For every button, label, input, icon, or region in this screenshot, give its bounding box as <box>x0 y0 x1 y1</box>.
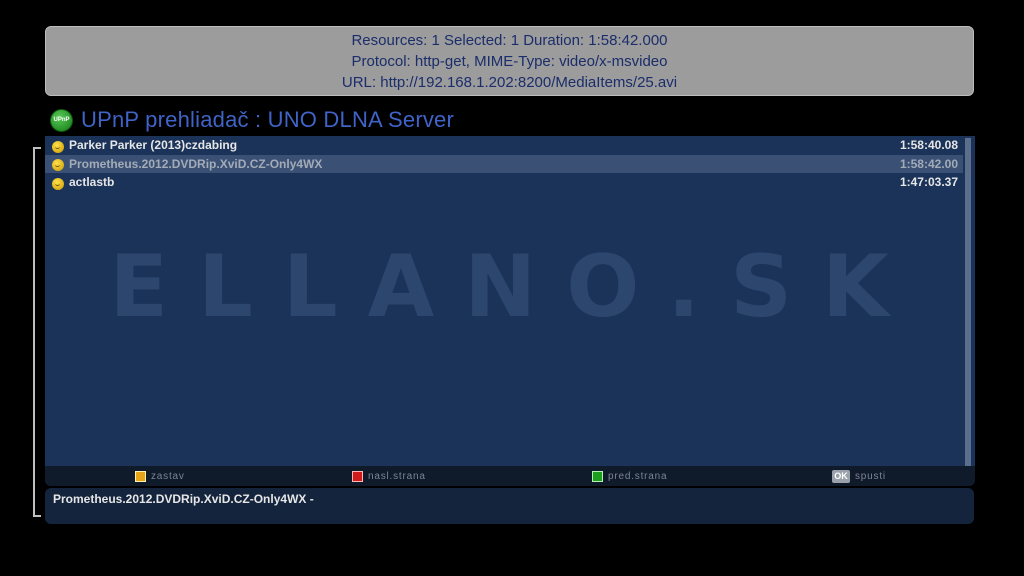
upnp-logo-icon: UPnP <box>50 108 73 132</box>
video-file-icon <box>52 177 64 190</box>
list-item[interactable]: Parker Parker (2013)czdabing 1:58:40.08 <box>45 136 963 155</box>
ok-button-icon: OK <box>832 469 850 483</box>
ellano-watermark: ELLANO.SK <box>109 243 918 333</box>
red-button-icon <box>352 470 363 482</box>
green-key-hint[interactable]: pred.strana <box>592 470 668 482</box>
green-key-label: pred.strana <box>608 470 668 482</box>
info-resources-line: Resources: 1 Selected: 1 Duration: 1:58:… <box>351 32 668 49</box>
file-list-panel: ELLANO.SK Parker Parker (2013)czdabing 1… <box>45 136 975 486</box>
item-name: actlastb <box>69 175 115 190</box>
color-key-bar: zastav nasl.strana pred.strana OK spusti <box>45 466 975 486</box>
browser-header: UPnP UPnP prehliadač : UNO DLNA Server <box>50 106 454 134</box>
item-duration: 1:47:03.37 <box>899 175 958 190</box>
media-info-box: Resources: 1 Selected: 1 Duration: 1:58:… <box>45 26 974 96</box>
detail-box: Prometheus.2012.DVDRip.XviD.CZ-Only4WX - <box>45 488 974 524</box>
list-item[interactable]: actlastb 1:47:03.37 <box>45 173 963 192</box>
list-scrollbar[interactable] <box>965 138 971 466</box>
item-name: Prometheus.2012.DVDRip.XviD.CZ-Only4WX <box>69 156 323 171</box>
page-title: UPnP prehliadač : UNO DLNA Server <box>81 107 455 132</box>
ok-key-label: spusti <box>855 470 886 482</box>
watermark-text: ELLANO.SK <box>109 243 918 333</box>
video-file-icon <box>52 140 64 153</box>
red-key-hint[interactable]: nasl.strana <box>352 470 426 482</box>
ok-key-hint[interactable]: OK spusti <box>832 469 886 483</box>
file-list: Parker Parker (2013)czdabing 1:58:40.08 … <box>45 136 963 192</box>
item-duration: 1:58:40.08 <box>899 138 958 153</box>
red-key-label: nasl.strana <box>368 470 426 482</box>
detail-text: Prometheus.2012.DVDRip.XviD.CZ-Only4WX - <box>53 492 314 506</box>
video-file-icon <box>52 159 64 172</box>
item-duration: 1:58:42.00 <box>899 156 958 171</box>
selection-bracket <box>33 147 41 517</box>
info-protocol-line: Protocol: http-get, MIME-Type: video/x-m… <box>351 53 668 70</box>
item-name: Parker Parker (2013)czdabing <box>69 138 238 153</box>
list-item-selected[interactable]: Prometheus.2012.DVDRip.XviD.CZ-Only4WX 1… <box>45 154 963 173</box>
yellow-button-icon <box>135 470 146 482</box>
info-url-line: URL: http://192.168.1.202:8200/MediaItem… <box>341 74 678 91</box>
yellow-key-label: zastav <box>151 470 185 482</box>
green-button-icon <box>592 470 603 482</box>
yellow-key-hint[interactable]: zastav <box>135 470 185 482</box>
